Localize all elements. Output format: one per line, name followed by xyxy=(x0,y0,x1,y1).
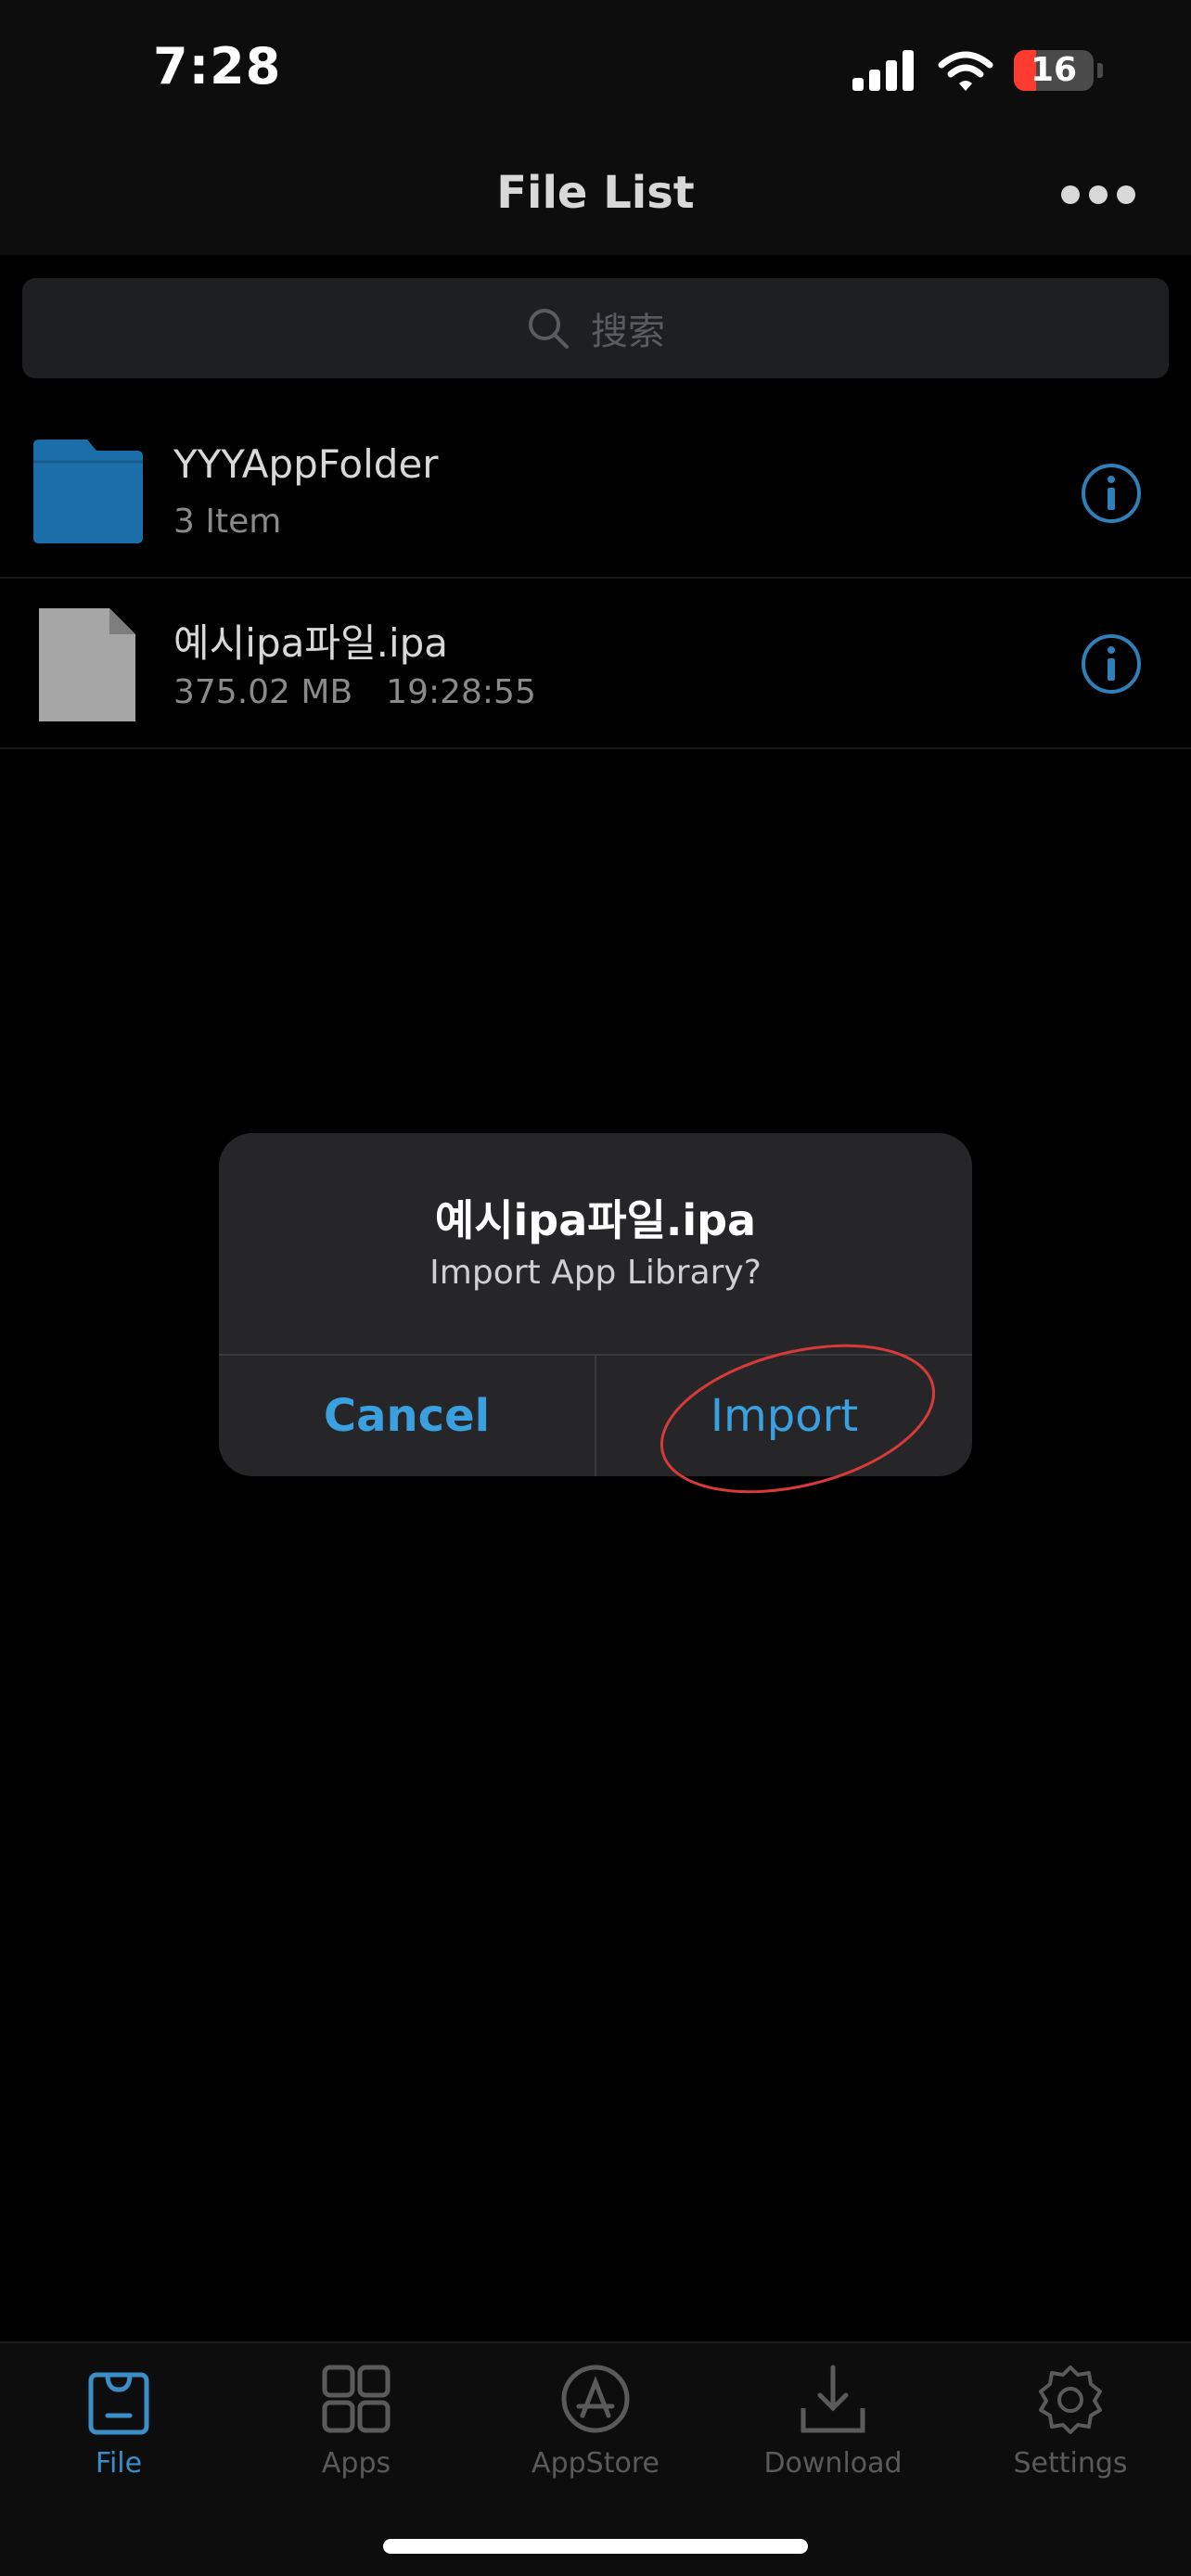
ellipsis-icon-dot xyxy=(1089,185,1108,204)
file-meta: 375.02 MB 19:28:55 xyxy=(173,673,536,711)
file-bag-icon xyxy=(88,2372,149,2435)
battery-icon: 16 xyxy=(1014,50,1094,91)
list-item[interactable]: 예시ipa파일.ipa 375.02 MB 19:28:55 xyxy=(0,579,1191,749)
more-button[interactable] xyxy=(1061,176,1135,213)
alert-dialog: 예시ipa파일.ipa Import App Library? Cancel I… xyxy=(219,1133,972,1476)
appstore-icon xyxy=(561,2365,630,2433)
list-item[interactable]: YYYAppFolder 3 Item xyxy=(0,408,1191,579)
tab-label: AppStore xyxy=(531,2447,660,2480)
file-name: 예시ipa파일.ipa xyxy=(173,620,449,666)
page-title: File List xyxy=(496,167,695,219)
dialog-title: 예시ipa파일.ipa xyxy=(434,1195,757,1245)
ellipsis-icon-dot xyxy=(1117,185,1135,204)
search-icon xyxy=(529,309,569,349)
folder-icon xyxy=(33,440,143,543)
dialog-message: Import App Library? xyxy=(429,1254,762,1292)
home-indicator[interactable] xyxy=(383,2539,808,2554)
battery-nub xyxy=(1097,63,1103,78)
tab-apps[interactable]: Apps xyxy=(237,2362,475,2501)
battery-level: 16 xyxy=(1030,51,1078,89)
tab-label: Apps xyxy=(321,2447,391,2480)
tab-settings[interactable]: Settings xyxy=(952,2362,1189,2501)
search-input[interactable]: 搜索 xyxy=(22,278,1169,378)
tab-label: Settings xyxy=(1013,2447,1128,2480)
tab-download[interactable]: Download xyxy=(714,2362,952,2501)
search-inner: 搜索 xyxy=(22,278,1169,378)
info-icon[interactable] xyxy=(1080,462,1143,525)
screen: 7:28 16 File List 搜索 YYYAppFolder 3 Item… xyxy=(0,0,1191,2576)
tab-file[interactable]: File xyxy=(0,2362,237,2501)
cancel-button[interactable]: Cancel xyxy=(219,1356,595,1476)
ellipsis-icon xyxy=(1061,185,1080,204)
status-bar: 7:28 16 xyxy=(0,0,1191,139)
gear-icon xyxy=(1039,2366,1102,2434)
search-placeholder: 搜索 xyxy=(591,311,665,353)
document-icon xyxy=(39,608,135,721)
import-button[interactable]: Import xyxy=(596,1356,972,1476)
info-icon[interactable] xyxy=(1080,632,1143,695)
file-meta: 3 Item xyxy=(173,503,281,541)
file-name: YYYAppFolder xyxy=(173,441,439,487)
item-count: 3 Item xyxy=(173,503,282,541)
status-time: 7:28 xyxy=(153,37,282,96)
file-size: 375.02 MB xyxy=(173,673,353,711)
apps-grid-icon xyxy=(322,2365,391,2433)
tab-label: File xyxy=(95,2447,143,2480)
wifi-icon xyxy=(938,51,993,91)
status-icons: 16 xyxy=(852,46,1103,95)
tab-appstore[interactable]: AppStore xyxy=(477,2362,714,2501)
nav-bar: File List xyxy=(0,139,1191,255)
cellular-signal-icon xyxy=(852,50,914,91)
download-icon xyxy=(800,2365,865,2433)
tab-label: Download xyxy=(763,2447,903,2480)
file-time: 19:28:55 xyxy=(386,673,536,711)
